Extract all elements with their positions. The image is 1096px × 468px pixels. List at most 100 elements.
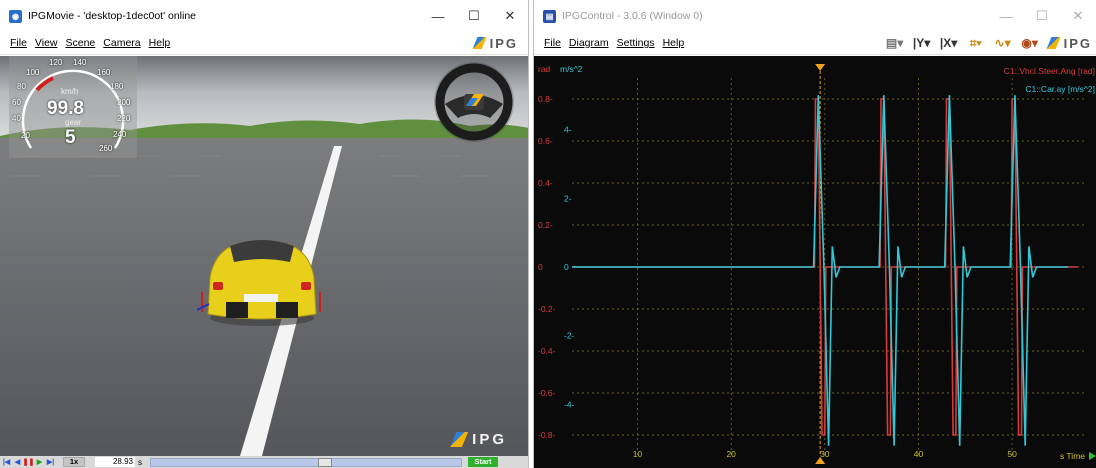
y-tick-left: 0.2-	[538, 220, 553, 230]
y-axis-label-left: rad	[538, 64, 551, 74]
ipg-logo: IPG	[472, 35, 518, 51]
menu-diagram[interactable]: Diagram	[565, 37, 613, 49]
y-tick-left: -0.2-	[538, 304, 556, 314]
ipg-logo-text: IPG	[489, 35, 518, 51]
steering-wheel	[434, 62, 514, 142]
x-axis-label: s Time	[1060, 451, 1085, 461]
speed-tick: 160	[97, 68, 111, 77]
y-axis-icon[interactable]: |Y▾	[912, 35, 932, 51]
x-tick: 10	[633, 449, 643, 459]
speed-tick: 100	[26, 68, 40, 77]
menu-help[interactable]: Help	[659, 37, 689, 49]
gear-value: 5	[65, 127, 76, 148]
maximize-button[interactable]: ☐	[1024, 0, 1060, 32]
menubar: File Diagram Settings Help ▤▾ |Y▾ |X▾ ⌗▾…	[534, 32, 1096, 55]
speed-tick: 200	[117, 98, 131, 107]
x-tick: 30	[820, 449, 830, 459]
y-tick-left: -0.4-	[538, 346, 556, 356]
playback-slider[interactable]	[150, 457, 462, 467]
close-button[interactable]: ✕	[1060, 0, 1096, 32]
speedometer: 100 120 140 160 180 200 220 240 260 80 6…	[9, 56, 137, 158]
ipg-logo-icon	[472, 37, 487, 49]
start-button[interactable]: Start	[468, 457, 498, 467]
minimize-button[interactable]: —	[988, 0, 1024, 32]
speed-tick: 180	[110, 82, 124, 91]
menu-camera[interactable]: Camera	[99, 37, 144, 49]
marker-icon[interactable]: ⌗▾	[966, 35, 986, 51]
step-back-button[interactable]: ◀	[13, 457, 22, 467]
menu-scene[interactable]: Scene	[62, 37, 100, 49]
gear-label: gear	[65, 118, 82, 127]
minimize-button[interactable]: —	[420, 0, 456, 32]
ipg-logo: IPG	[1046, 35, 1092, 51]
ipgcontrol-app-icon: ▤	[543, 9, 556, 23]
legend-steer: C1::Vhcl.Steer.Ang [rad]	[1004, 66, 1095, 76]
time-play-icon	[1089, 452, 1096, 460]
y-tick-left: 0	[538, 262, 543, 272]
menu-file[interactable]: File	[540, 37, 565, 49]
playback-bar: |◀ ◀ ❚❚ ▶ ▶| 1x 28.93 s Start	[0, 456, 528, 468]
titlebar: ◉ IPGMovie - 'desktop-1dec0ot' online — …	[0, 0, 528, 32]
x-axis-icon[interactable]: |X▾	[939, 35, 959, 51]
speed-tick: 80	[17, 82, 26, 91]
database-icon[interactable]: ▤▾	[885, 35, 905, 51]
y-tick-left: 0.8-	[538, 94, 553, 104]
scene-ipg-logo: IPG	[450, 431, 507, 448]
y-tick-right: 0	[564, 262, 569, 272]
playback-time-field[interactable]: 28.93	[95, 457, 135, 467]
signal-icon[interactable]: ∿▾	[993, 35, 1013, 51]
menubar: File View Scene Camera Help IPG	[0, 32, 528, 55]
window-title: IPGMovie - 'desktop-1dec0ot' online	[28, 10, 197, 22]
y-tick-right: -2-	[564, 331, 575, 341]
y-axis-label-right: m/s^2	[560, 64, 583, 74]
speed-unit: km/h	[61, 87, 79, 96]
y-tick-left: 0.4-	[538, 178, 553, 188]
cursor-top-marker	[815, 64, 826, 71]
legend-ay: C1::Car.ay [m/s^2]	[1025, 84, 1095, 94]
ipgmovie-window: ◉ IPGMovie - 'desktop-1dec0ot' online — …	[0, 0, 529, 468]
speed-tick: 240	[113, 130, 127, 139]
menu-settings[interactable]: Settings	[613, 37, 659, 49]
scene-ipg-logo-icon	[450, 432, 469, 447]
speed-tick: 120	[49, 58, 63, 67]
menu-file[interactable]: File	[6, 37, 31, 49]
ipg-logo-text: IPG	[1063, 35, 1092, 51]
ipgcontrol-window: ▤ IPGControl - 3.0.6 (Window 0) — ☐ ✕ Fi…	[533, 0, 1096, 468]
speed-tick: 60	[12, 98, 21, 107]
y-tick-left: 0.6-	[538, 136, 553, 146]
playback-speed-button[interactable]: 1x	[63, 457, 85, 467]
play-button[interactable]: ▶	[35, 457, 44, 467]
speed-tick: 140	[73, 58, 87, 67]
x-tick: 40	[914, 449, 924, 459]
titlebar: ▤ IPGControl - 3.0.6 (Window 0) — ☐ ✕	[534, 0, 1096, 32]
x-tick: 50	[1007, 449, 1017, 459]
speed-tick: 260	[99, 144, 113, 153]
skip-end-button[interactable]: ▶|	[46, 457, 55, 467]
y-tick-right: 2-	[564, 193, 572, 203]
speed-tick: 20	[21, 131, 30, 140]
x-tick: 20	[726, 449, 736, 459]
playback-time-unit: s	[138, 457, 142, 467]
close-button[interactable]: ✕	[492, 0, 528, 32]
plot-area[interactable]: 0.8- 0.6- 0.4- 0.2- 0 -0.2- -0.4- -0.6- -0.8- 4- 2…	[534, 56, 1096, 468]
menu-view[interactable]: View	[31, 37, 62, 49]
speed-tick: 40	[12, 114, 21, 123]
speed-tick: 220	[117, 114, 131, 123]
y-tick-left: -0.6-	[538, 388, 556, 398]
skip-start-button[interactable]: |◀	[2, 457, 11, 467]
scene-viewport[interactable]: 100 120 140 160 180 200 220 240 260 80 6…	[0, 56, 528, 456]
pause-button[interactable]: ❚❚	[23, 457, 35, 467]
y-tick-right: 4-	[564, 125, 572, 135]
speed-value: 99.8	[47, 98, 84, 119]
ipgmovie-app-icon: ◉	[9, 9, 22, 23]
y-tick-right: -4-	[564, 399, 575, 409]
camera-icon[interactable]: ◉▾	[1020, 35, 1040, 51]
window-title: IPGControl - 3.0.6 (Window 0)	[562, 10, 703, 22]
plot-canvas: 0.8- 0.6- 0.4- 0.2- 0 -0.2- -0.4- -0.6- -0.8- 4- 2…	[538, 64, 1096, 464]
maximize-button[interactable]: ☐	[456, 0, 492, 32]
scene-ipg-logo-text: IPG	[472, 431, 507, 448]
y-tick-left: -0.8-	[538, 430, 556, 440]
playback-slider-thumb[interactable]	[317, 457, 332, 467]
menu-help[interactable]: Help	[145, 37, 175, 49]
ipg-logo-icon	[1046, 37, 1061, 49]
